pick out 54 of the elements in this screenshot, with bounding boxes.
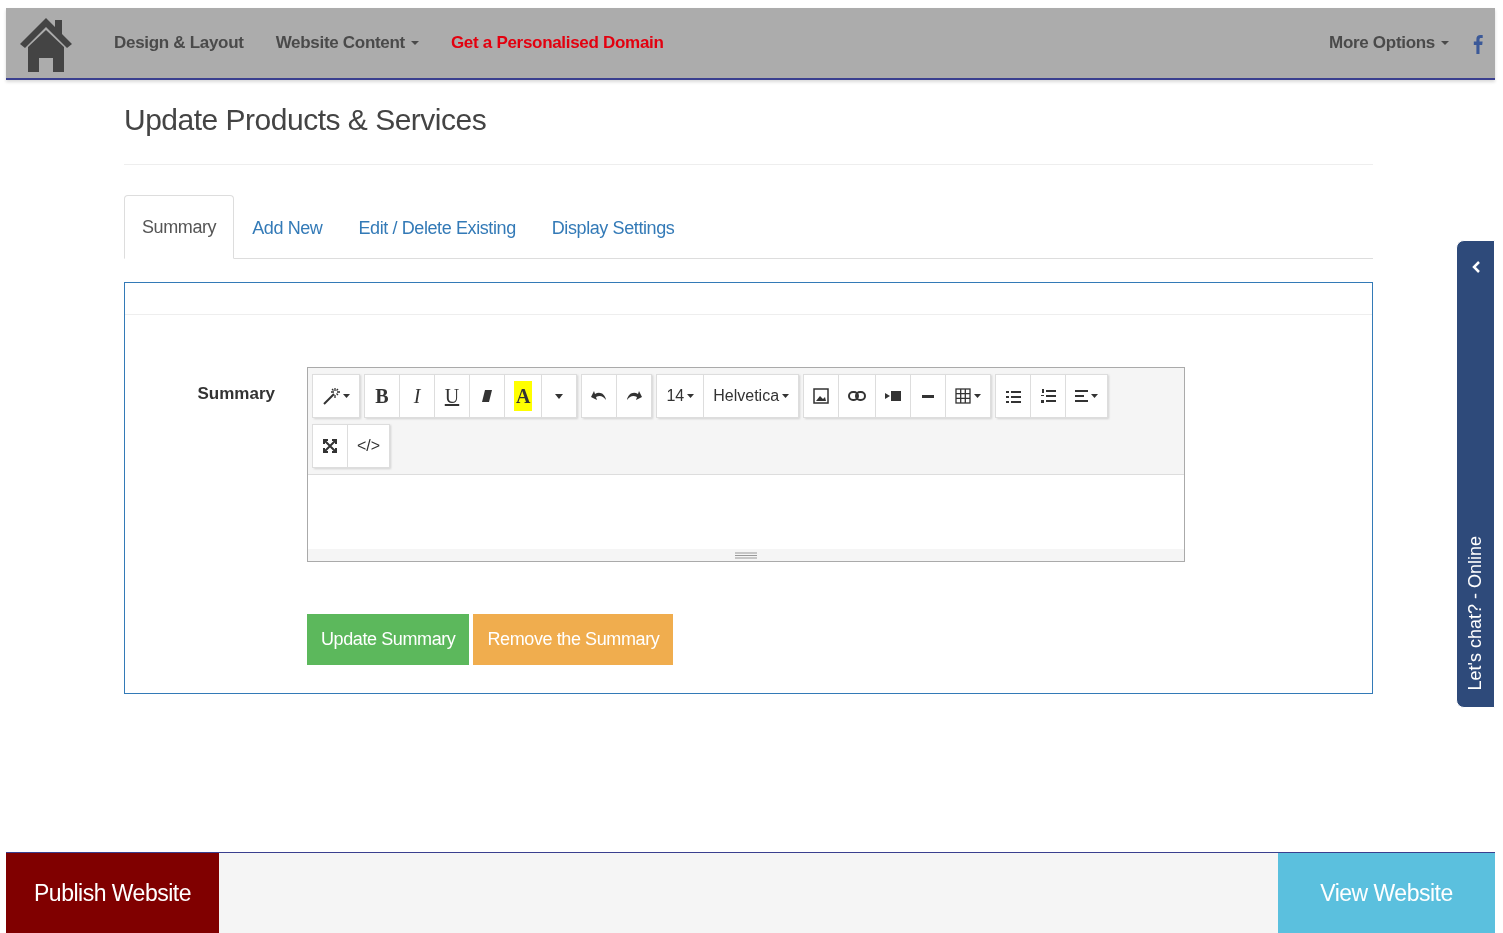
caret-icon: [410, 41, 419, 45]
chat-tab[interactable]: Let's chat? - Online: [1456, 240, 1495, 708]
caret-icon: [782, 394, 790, 398]
more-options-link[interactable]: More Options: [1313, 30, 1465, 56]
tab[interactable]: Add New: [234, 195, 341, 259]
tab[interactable]: Summary: [124, 195, 235, 259]
redo-icon: [626, 390, 643, 402]
chevron-left-icon: [1471, 261, 1480, 273]
caret-icon: [343, 394, 350, 398]
caret-icon: [687, 394, 695, 398]
toolbar-button[interactable]: 14: [656, 374, 705, 418]
italic-button[interactable]: I: [399, 374, 435, 418]
magic-wand-icon: [322, 387, 340, 405]
tab[interactable]: Edit / Delete Existing: [340, 195, 534, 259]
caret-icon: [1091, 394, 1099, 398]
bulleted-list-icon: [1005, 389, 1021, 403]
caret-icon: [974, 394, 982, 398]
redo-button[interactable]: [616, 374, 653, 418]
nav-link[interactable]: Design & Layout: [98, 30, 260, 56]
link-icon: [848, 390, 867, 402]
numbered-list-icon: [1040, 388, 1056, 404]
numbered-list-button[interactable]: [1030, 374, 1067, 418]
align-button[interactable]: [1065, 374, 1109, 418]
magic-wand-button[interactable]: [312, 374, 360, 418]
underline-button[interactable]: U: [434, 374, 470, 418]
fullscreen-icon: [323, 439, 337, 453]
table-button[interactable]: [945, 374, 992, 418]
align-icon: [1075, 390, 1089, 402]
undo-button[interactable]: [581, 374, 618, 418]
eraser-button[interactable]: [469, 374, 505, 418]
bold-button[interactable]: B: [364, 374, 400, 418]
picture-button[interactable]: [803, 374, 840, 418]
video-icon: [885, 390, 902, 402]
field-label: Summary: [196, 383, 276, 405]
horizontal-rule-button[interactable]: [910, 374, 947, 418]
highlight-button[interactable]: A: [504, 374, 543, 418]
video-button[interactable]: [875, 374, 912, 418]
publish-button[interactable]: Publish Website: [6, 853, 219, 933]
toolbar-button[interactable]: </>: [347, 424, 391, 468]
nav-link[interactable]: Website Content: [259, 30, 435, 56]
undo-icon: [591, 390, 608, 402]
link-button[interactable]: [838, 374, 877, 418]
resize-grip-icon: [735, 551, 757, 559]
caret-icon: [1441, 41, 1449, 45]
bulleted-list-button[interactable]: [995, 374, 1032, 418]
table-icon: [955, 388, 972, 404]
fullscreen-button[interactable]: [312, 424, 348, 468]
caret-icon: [555, 393, 564, 399]
page-title: Update Products & Services: [124, 102, 1373, 165]
tab[interactable]: Display Settings: [533, 195, 693, 259]
eraser-icon: [481, 389, 493, 403]
facebook-icon: [1473, 33, 1483, 54]
picture-icon: [813, 388, 830, 404]
toolbar-button[interactable]: Helvetica: [703, 374, 800, 418]
